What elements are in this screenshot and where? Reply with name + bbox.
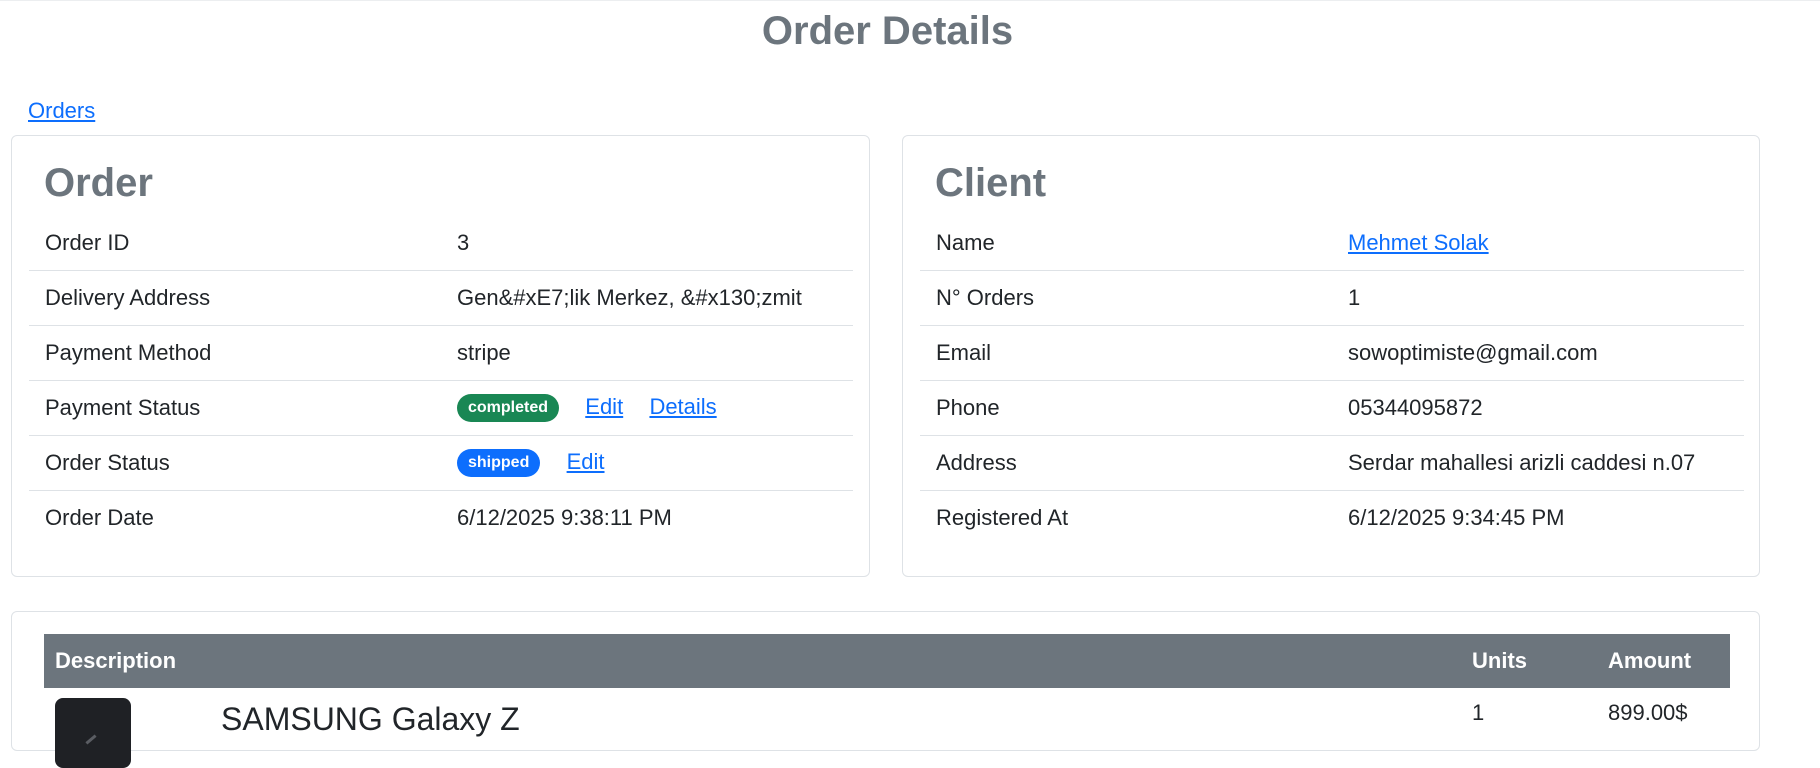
client-heading: Client bbox=[935, 161, 1047, 205]
table-row: SAMSUNG Galaxy Z 1 899.00$ bbox=[44, 688, 1730, 768]
payment-method-row: Payment Method stripe bbox=[29, 325, 853, 381]
order-status-row: Order Status shipped Edit bbox=[29, 435, 853, 491]
spacer-column-header bbox=[210, 634, 1461, 688]
payment-status-cell: completed Edit Details bbox=[441, 380, 853, 436]
page-title: Order Details bbox=[761, 9, 1014, 53]
order-heading: Order bbox=[44, 161, 153, 205]
order-status-badge: shipped bbox=[457, 449, 541, 478]
top-border bbox=[0, 0, 1820, 1]
client-orders-value: 1 bbox=[1332, 270, 1744, 326]
client-email-row: Email sowoptimiste@gmail.com bbox=[920, 325, 1744, 381]
order-status-cell: shipped Edit bbox=[441, 435, 853, 491]
client-phone-row: Phone 05344095872 bbox=[920, 380, 1744, 436]
client-name-link[interactable]: Mehmet Solak bbox=[1348, 230, 1489, 255]
client-orders-row: N° Orders 1 bbox=[920, 270, 1744, 326]
client-orders-label: N° Orders bbox=[920, 270, 1332, 326]
order-items-card: Description Units Amount SAMSUNG Galaxy … bbox=[11, 611, 1760, 768]
product-thumbnail-cell bbox=[44, 688, 210, 768]
client-email-value: sowoptimiste@gmail.com bbox=[1332, 325, 1744, 381]
payment-status-badge: completed bbox=[457, 394, 560, 423]
units-column-header: Units bbox=[1461, 634, 1597, 688]
order-status-label: Order Status bbox=[29, 435, 441, 491]
order-status-edit-link[interactable]: Edit bbox=[567, 449, 605, 474]
client-card: Client Name Mehmet Solak N° Orders 1 Ema… bbox=[902, 135, 1760, 577]
client-name-row: Name Mehmet Solak bbox=[920, 216, 1744, 271]
client-phone-label: Phone bbox=[920, 380, 1332, 436]
payment-details-link[interactable]: Details bbox=[649, 394, 716, 419]
client-info-table: Name Mehmet Solak N° Orders 1 Email sowo… bbox=[920, 216, 1744, 545]
order-date-label: Order Date bbox=[45, 505, 154, 530]
order-info-table: Order ID 3 Delivery Address Gen&#xE7;lik… bbox=[29, 216, 853, 545]
items-header-row: Description Units Amount bbox=[44, 634, 1730, 688]
amount-column-header: Amount bbox=[1597, 634, 1730, 688]
payment-method-value: stripe bbox=[441, 325, 853, 381]
client-phone-value: 05344095872 bbox=[1332, 380, 1744, 436]
client-address-value: Serdar mahallesi arizli caddesi n.07 bbox=[1332, 435, 1744, 491]
payment-status-row: Payment Status completed Edit Details bbox=[29, 380, 853, 436]
product-amount: 899.00$ bbox=[1608, 700, 1688, 725]
order-date-row: Order Date 6/12/2025 9:38:11 PM bbox=[29, 491, 853, 546]
delivery-address-row: Delivery Address Gen&#xE7;lik Merkez, &#… bbox=[29, 270, 853, 326]
order-id-label: Order ID bbox=[29, 216, 441, 271]
client-registered-label: Registered At bbox=[936, 505, 1069, 530]
order-id-value: 3 bbox=[441, 216, 853, 271]
payment-method-label: Payment Method bbox=[29, 325, 441, 381]
orders-link[interactable]: Orders bbox=[28, 98, 95, 123]
order-date-value: 6/12/2025 9:38:11 PM bbox=[457, 505, 672, 530]
delivery-address-value: Gen&#xE7;lik Merkez, &#x130;zmit bbox=[441, 270, 853, 326]
product-name: SAMSUNG Galaxy Z bbox=[221, 701, 520, 737]
client-registered-row: Registered At 6/12/2025 9:34:45 PM bbox=[920, 491, 1744, 546]
client-registered-value: 6/12/2025 9:34:45 PM bbox=[1348, 505, 1565, 530]
payment-edit-link[interactable]: Edit bbox=[585, 394, 623, 419]
payment-status-label: Payment Status bbox=[29, 380, 441, 436]
client-email-label: Email bbox=[920, 325, 1332, 381]
order-id-row: Order ID 3 bbox=[29, 216, 853, 271]
delivery-address-label: Delivery Address bbox=[29, 270, 441, 326]
product-units: 1 bbox=[1472, 700, 1485, 725]
phone-thumbnail-image bbox=[55, 698, 131, 768]
order-items-table: Description Units Amount SAMSUNG Galaxy … bbox=[44, 634, 1730, 768]
description-column-header: Description bbox=[44, 634, 210, 688]
client-address-label: Address bbox=[920, 435, 1332, 491]
client-name-cell: Mehmet Solak bbox=[1332, 216, 1744, 271]
client-address-row: Address Serdar mahallesi arizli caddesi … bbox=[920, 435, 1744, 491]
client-name-label: Name bbox=[920, 216, 1332, 271]
breadcrumb: Orders bbox=[28, 96, 95, 126]
order-card: Order Order ID 3 Delivery Address Gen&#x… bbox=[11, 135, 870, 577]
